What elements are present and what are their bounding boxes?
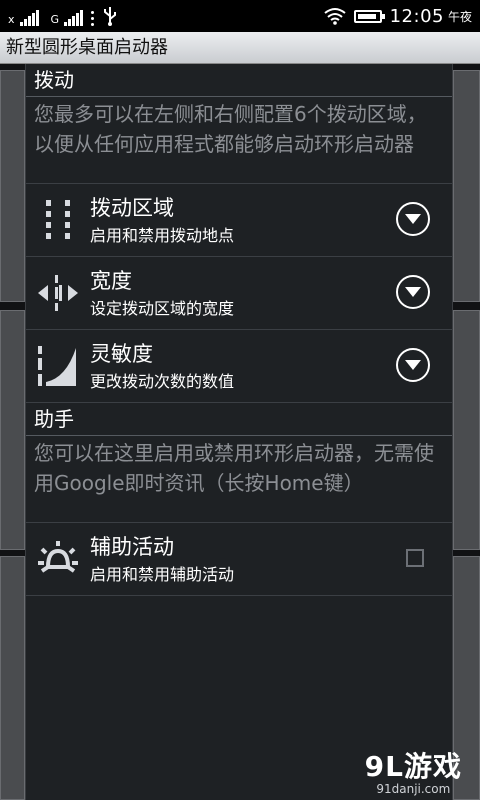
sim1-label: x bbox=[8, 13, 15, 26]
dropdown-arrow-icon[interactable] bbox=[396, 348, 430, 382]
pref-title: 辅助活动 bbox=[90, 535, 174, 559]
width-icon bbox=[38, 275, 78, 311]
assist-checkbox[interactable] bbox=[406, 549, 424, 567]
pref-summary: 更改拨动次数的数值 bbox=[90, 372, 235, 391]
pref-sensitivity[interactable]: 灵敏度 更改拨动次数的数值 bbox=[26, 330, 452, 403]
signal-icon bbox=[19, 8, 39, 26]
sensitivity-icon bbox=[38, 346, 76, 386]
left-panel-edge bbox=[0, 70, 25, 302]
pref-summary: 启用和禁用辅助活动 bbox=[90, 565, 235, 584]
section-header-assistant: 助手 bbox=[26, 403, 452, 436]
pref-title: 宽度 bbox=[90, 269, 132, 293]
swipe-zones-icon bbox=[46, 200, 70, 239]
pref-title: 灵敏度 bbox=[90, 342, 153, 366]
dropdown-arrow-icon[interactable] bbox=[396, 275, 430, 309]
app-title-bar: 新型圆形桌面启动器 bbox=[0, 32, 480, 64]
sim2-label: G bbox=[50, 13, 60, 26]
pref-summary: 启用和禁用拨动地点 bbox=[90, 226, 235, 245]
settings-panel: 拨动 您最多可以在左侧和右侧配置6个拨动区域，以便从任何应用程式都能够启动环形启… bbox=[25, 64, 453, 800]
pref-assist-activity[interactable]: 辅助活动 启用和禁用辅助活动 bbox=[26, 523, 452, 596]
battery-icon bbox=[353, 9, 385, 23]
assist-icon bbox=[38, 541, 78, 573]
clock-time: 12:05 bbox=[389, 5, 444, 27]
signal-icon bbox=[64, 8, 84, 26]
section-description-swipe: 您最多可以在左侧和右侧配置6个拨动区域，以便从任何应用程式都能够启动环形启动器 bbox=[26, 97, 452, 184]
left-panel-edge bbox=[0, 556, 25, 800]
pref-swipe-zones[interactable]: 拨动区域 启用和禁用拨动地点 bbox=[26, 184, 452, 257]
wifi-icon bbox=[323, 8, 346, 25]
clock-period: 午夜 bbox=[447, 9, 472, 24]
left-panel-edge bbox=[0, 310, 25, 550]
pref-width[interactable]: 宽度 设定拨动区域的宽度 bbox=[26, 257, 452, 330]
status-left-icons: x G bbox=[8, 6, 117, 26]
status-right-icons: 12:05 午夜 bbox=[323, 4, 472, 28]
section-header-swipe: 拨动 bbox=[26, 64, 452, 97]
pref-summary: 设定拨动区域的宽度 bbox=[90, 299, 235, 318]
overflow-dots-icon bbox=[91, 11, 95, 26]
watermark-brand: 9L游戏 bbox=[364, 750, 462, 783]
right-panel-edge bbox=[453, 310, 480, 550]
watermark-site: 91danji.com bbox=[376, 782, 451, 796]
right-panel-edge bbox=[453, 70, 480, 302]
pref-title: 拨动区域 bbox=[90, 196, 174, 220]
watermark-logo: 9L游戏 91danji.com bbox=[364, 750, 462, 797]
usb-icon bbox=[104, 7, 117, 26]
dropdown-arrow-icon[interactable] bbox=[396, 202, 430, 236]
section-description-assistant: 您可以在这里启用或禁用环形启动器，无需使用Google即时资讯（长按Home键） bbox=[26, 436, 452, 523]
app-title: 新型圆形桌面启动器 bbox=[6, 37, 168, 58]
status-bar: x G 12:05 午夜 bbox=[0, 0, 480, 32]
